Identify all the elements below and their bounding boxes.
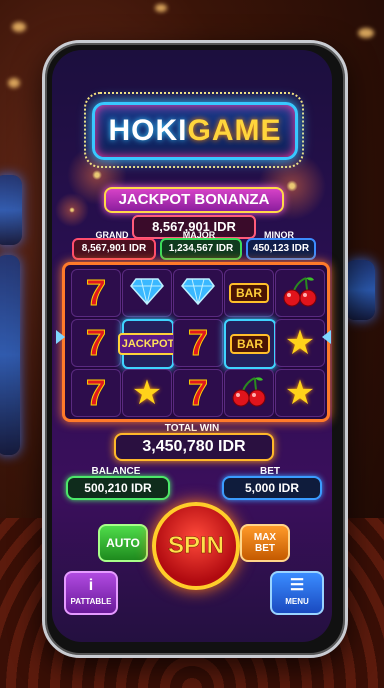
seven-symbol-icon: 7: [85, 272, 107, 313]
reel-cell: [122, 269, 172, 317]
slot-machine-background: [0, 175, 22, 245]
max-bet-label-line1: MAX: [253, 532, 277, 543]
menu-label: MENU: [285, 597, 309, 606]
payline-arrow-right-icon: [322, 330, 331, 344]
ceiling-light: [358, 28, 374, 38]
tier-amount-grand: 8,567,901 IDR: [72, 238, 156, 260]
seven-symbol-icon: 7: [187, 372, 209, 413]
star-symbol-icon: ★: [131, 374, 163, 412]
jackpot-symbol-icon: JACKPOT: [117, 333, 179, 355]
reel-cell: 7: [71, 369, 121, 417]
jackpot-title: JACKPOT BONANZA: [104, 187, 284, 213]
logo-text-hoki: HOKI: [108, 114, 188, 147]
ceiling-light: [8, 78, 20, 88]
star-symbol-icon: ★: [284, 324, 316, 362]
auto-button[interactable]: AUTO: [98, 524, 148, 562]
star-symbol-icon: ★: [284, 374, 316, 412]
hamburger-menu-icon: ☰: [289, 577, 305, 594]
reel-cell: 7: [173, 369, 223, 417]
reel-cell: ★: [275, 319, 325, 367]
bet-value[interactable]: 5,000 IDR: [222, 476, 322, 500]
reel-cell: ★: [122, 369, 172, 417]
reel-cell: BAR: [224, 269, 274, 317]
diamond-symbol-icon: [130, 277, 164, 310]
paytable-label: PATTABLE: [70, 597, 112, 606]
reel-cell: JACKPOT: [117, 319, 179, 369]
reel-cell: 7: [173, 319, 223, 367]
total-win-amount: 3,450,780 IDR: [114, 433, 274, 461]
ceiling-light: [155, 4, 167, 12]
menu-button[interactable]: ☰ MENU: [270, 571, 324, 615]
reel-cell: [275, 269, 325, 317]
reel-cell: 7: [71, 319, 121, 367]
reel-cell: 7: [71, 269, 121, 317]
reel-grid: 7 BAR 7 JACKPOT 7 BAR ★ 7 ★ 7 ★: [62, 262, 330, 422]
seven-symbol-icon: 7: [85, 322, 107, 363]
reel-cell: ★: [275, 369, 325, 417]
slot-machine-background: [0, 255, 20, 455]
slot-machine-background: [345, 260, 375, 320]
bar-symbol-icon: BAR: [229, 283, 269, 303]
tier-amount-major: 1,234,567 IDR: [160, 238, 242, 260]
bar-symbol-icon: BAR: [230, 334, 270, 354]
reel-cell: [173, 269, 223, 317]
seven-symbol-icon: 7: [187, 322, 209, 363]
spin-button[interactable]: SPIN: [152, 502, 240, 590]
max-bet-button[interactable]: MAX BET: [240, 524, 290, 562]
reel-cell: BAR: [224, 319, 276, 369]
reel-cell: [224, 369, 274, 417]
balance-value: 500,210 IDR: [66, 476, 170, 500]
ceiling-light: [12, 22, 26, 32]
cherry-symbol-icon: [231, 374, 267, 413]
game-logo: HOKI GAME: [92, 102, 298, 160]
max-bet-label-line2: BET: [254, 543, 275, 554]
paytable-button[interactable]: i PATTABLE: [64, 571, 118, 615]
cherry-symbol-icon: [282, 274, 318, 313]
info-icon: i: [88, 577, 94, 594]
seven-symbol-icon: 7: [85, 372, 107, 413]
logo-text-game: GAME: [187, 114, 282, 147]
diamond-symbol-icon: [181, 277, 215, 310]
tier-amount-minor: 450,123 IDR: [246, 238, 316, 260]
payline-arrow-left-icon: [56, 330, 65, 344]
